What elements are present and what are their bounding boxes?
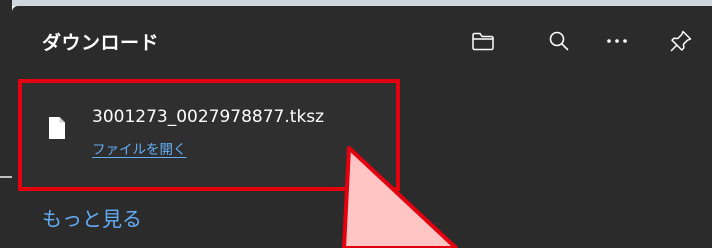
download-item[interactable]: 3001273_0027978877.tksz ファイルを開く (18, 79, 400, 191)
open-file-link[interactable]: ファイルを開く (92, 138, 187, 158)
browser-background-left (0, 0, 12, 248)
screenshot-stage: ダウンロード 3001273_0027978877.tksz ファイルを開く も… (0, 0, 712, 248)
folder-icon[interactable] (468, 26, 498, 56)
download-file-name: 3001273_0027978877.tksz (92, 107, 325, 127)
downloads-panel-header: ダウンロード (12, 6, 712, 70)
see-more-link[interactable]: もっと見る (42, 203, 142, 232)
file-icon (48, 116, 66, 140)
browser-background-divider (0, 176, 12, 178)
search-icon[interactable] (544, 26, 574, 56)
pin-icon[interactable] (666, 26, 696, 56)
downloads-panel: ダウンロード 3001273_0027978877.tksz ファイルを開く も… (12, 6, 712, 248)
more-options-icon[interactable] (602, 26, 632, 56)
panel-title: ダウンロード (42, 32, 160, 54)
